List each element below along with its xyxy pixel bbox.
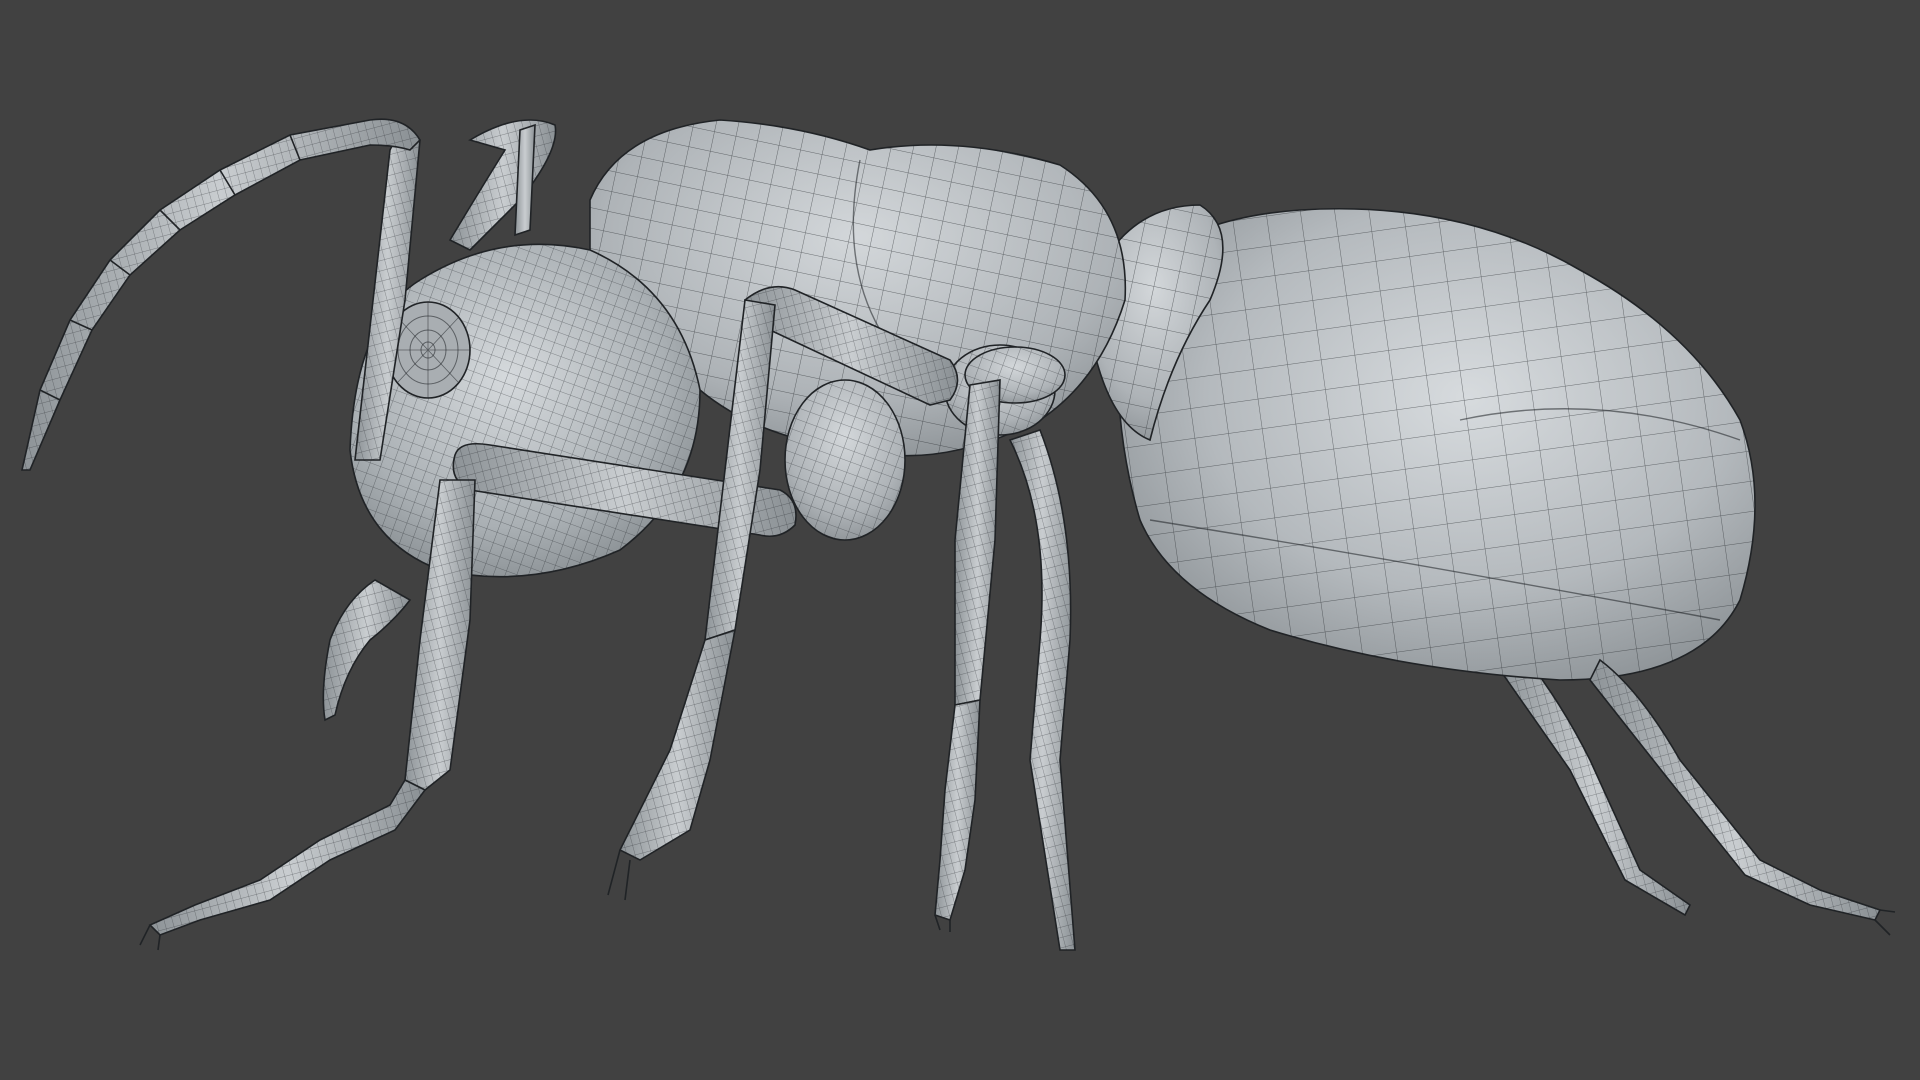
near-antenna — [21, 118, 422, 471]
3d-viewport[interactable] — [0, 0, 1920, 1080]
far-antenna — [448, 119, 557, 251]
mandible — [322, 579, 412, 722]
ant-model-render — [21, 118, 1896, 951]
far-hind-leg — [1498, 648, 1692, 917]
far-middle-leg — [1008, 429, 1076, 951]
rear-legs — [1589, 658, 1896, 936]
